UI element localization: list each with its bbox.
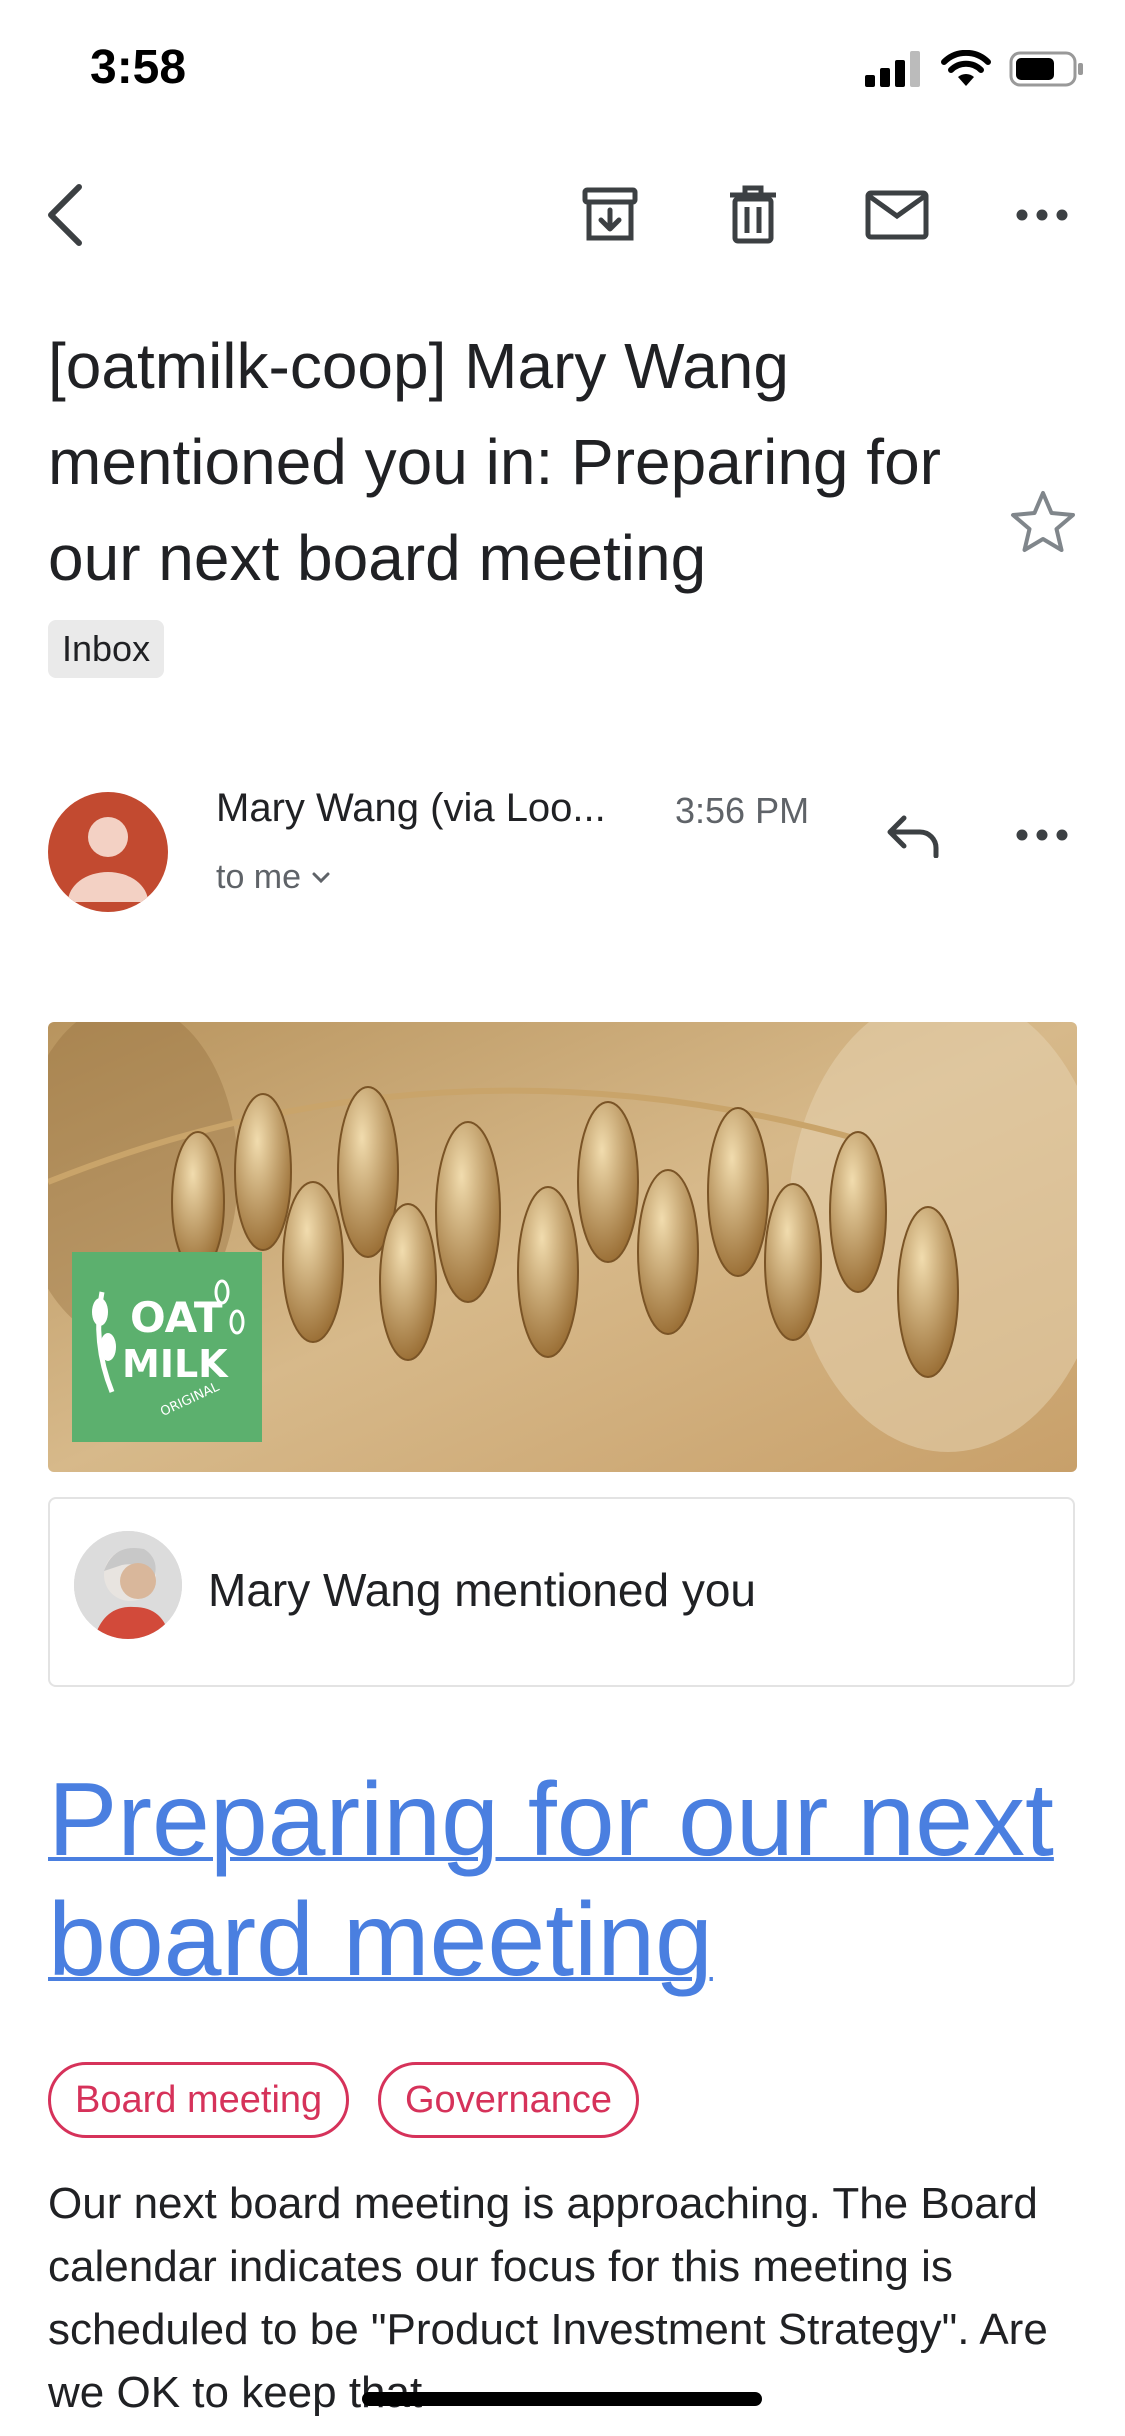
wifi-icon	[941, 50, 991, 86]
more-horizontal-icon	[1016, 209, 1068, 221]
archive-button[interactable]	[565, 170, 655, 260]
home-indicator[interactable]	[362, 2392, 762, 2406]
email-body-text: Our next board meeting is approaching. T…	[48, 2179, 1048, 2417]
recipient-label: to me	[216, 858, 302, 896]
reply-icon	[887, 815, 939, 858]
document-title-link[interactable]: Preparing for our next board meeting	[48, 1760, 1088, 2000]
status-time: 3:58	[90, 41, 187, 94]
logo-text-milk: MILK	[122, 1342, 229, 1386]
chevron-down-icon	[312, 872, 330, 883]
message-more-button[interactable]	[997, 790, 1087, 880]
person-icon	[68, 817, 148, 902]
star-button[interactable]	[1008, 488, 1078, 558]
more-horizontal-icon	[1016, 829, 1068, 841]
signal-icon	[865, 51, 920, 87]
tag-governance[interactable]: Governance	[378, 2062, 640, 2138]
trash-icon	[730, 185, 776, 244]
mark-unread-button[interactable]	[852, 170, 942, 260]
star-icon	[1011, 491, 1075, 552]
back-button[interactable]	[20, 170, 110, 260]
reply-button[interactable]	[868, 790, 958, 880]
delete-button[interactable]	[708, 170, 798, 260]
sender-avatar[interactable]	[48, 792, 168, 912]
label-chip-inbox[interactable]: Inbox	[48, 620, 165, 678]
battery-icon	[1009, 51, 1083, 87]
mention-text: Mary Wang mentioned you	[208, 1564, 757, 1616]
logo-text-oat: OAT	[130, 1293, 223, 1342]
sent-time: 3:56 PM	[675, 790, 810, 831]
mention-card[interactable]: Mary Wang mentioned you	[48, 1497, 1075, 1687]
more-options-button[interactable]	[997, 170, 1087, 260]
oat-milk-logo: OAT MILK ORIGINAL	[72, 1252, 262, 1442]
recipient-details-toggle[interactable]: to me	[216, 858, 331, 897]
status-icons	[865, 50, 1085, 88]
mail-icon	[865, 190, 929, 240]
person-photo-icon	[74, 1531, 182, 1639]
email-subject: [oatmilk-coop] Mary Wang mentioned you i…	[48, 330, 941, 594]
mention-avatar	[74, 1531, 182, 1639]
oat-milk-logo-graphic: OAT MILK ORIGINAL	[92, 1279, 245, 1420]
email-banner-image: OAT MILK ORIGINAL	[48, 1022, 1077, 1472]
back-arrow-icon	[48, 184, 82, 246]
tag-board-meeting[interactable]: Board meeting	[48, 2062, 350, 2138]
sender-name: Mary Wang (via Loo...	[216, 786, 606, 830]
archive-icon	[582, 187, 638, 241]
